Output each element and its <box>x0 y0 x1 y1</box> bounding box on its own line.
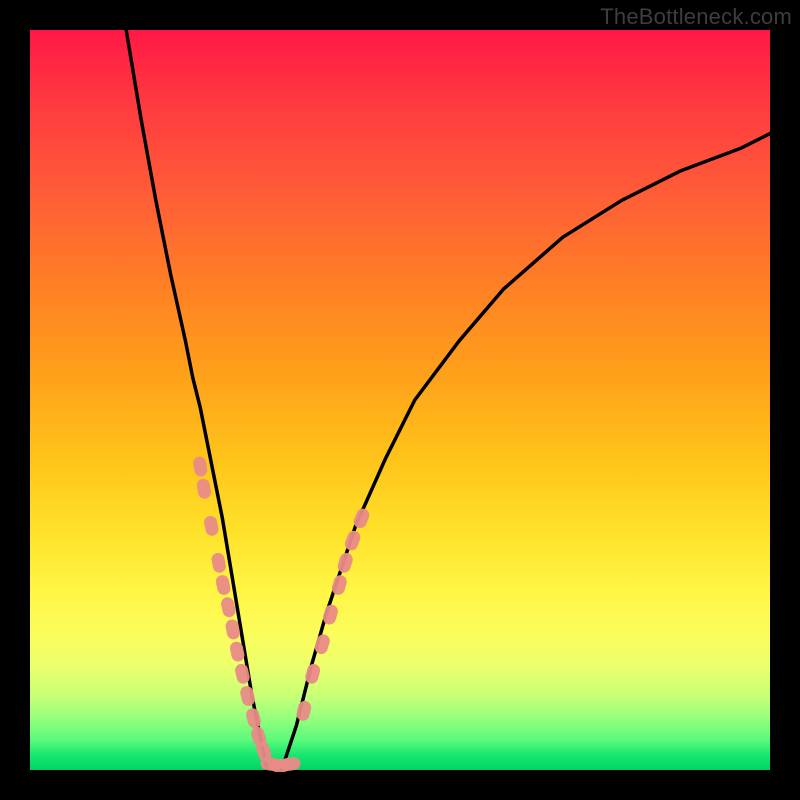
marker-right-markers <box>343 529 362 552</box>
marker-left-markers <box>203 515 220 537</box>
marker-left-markers <box>215 574 232 596</box>
watermark-text: TheBottleneck.com <box>600 4 792 30</box>
marker-bottom-markers <box>280 756 302 772</box>
marker-left-markers <box>196 478 212 500</box>
curve-layer <box>126 30 770 770</box>
marker-left-markers <box>192 456 208 478</box>
marker-left-markers <box>210 552 227 574</box>
series-left-branch <box>126 30 267 770</box>
chart-svg <box>30 30 770 770</box>
series-right-branch <box>282 134 770 770</box>
plot-area <box>30 30 770 770</box>
chart-frame: TheBottleneck.com <box>0 0 800 800</box>
